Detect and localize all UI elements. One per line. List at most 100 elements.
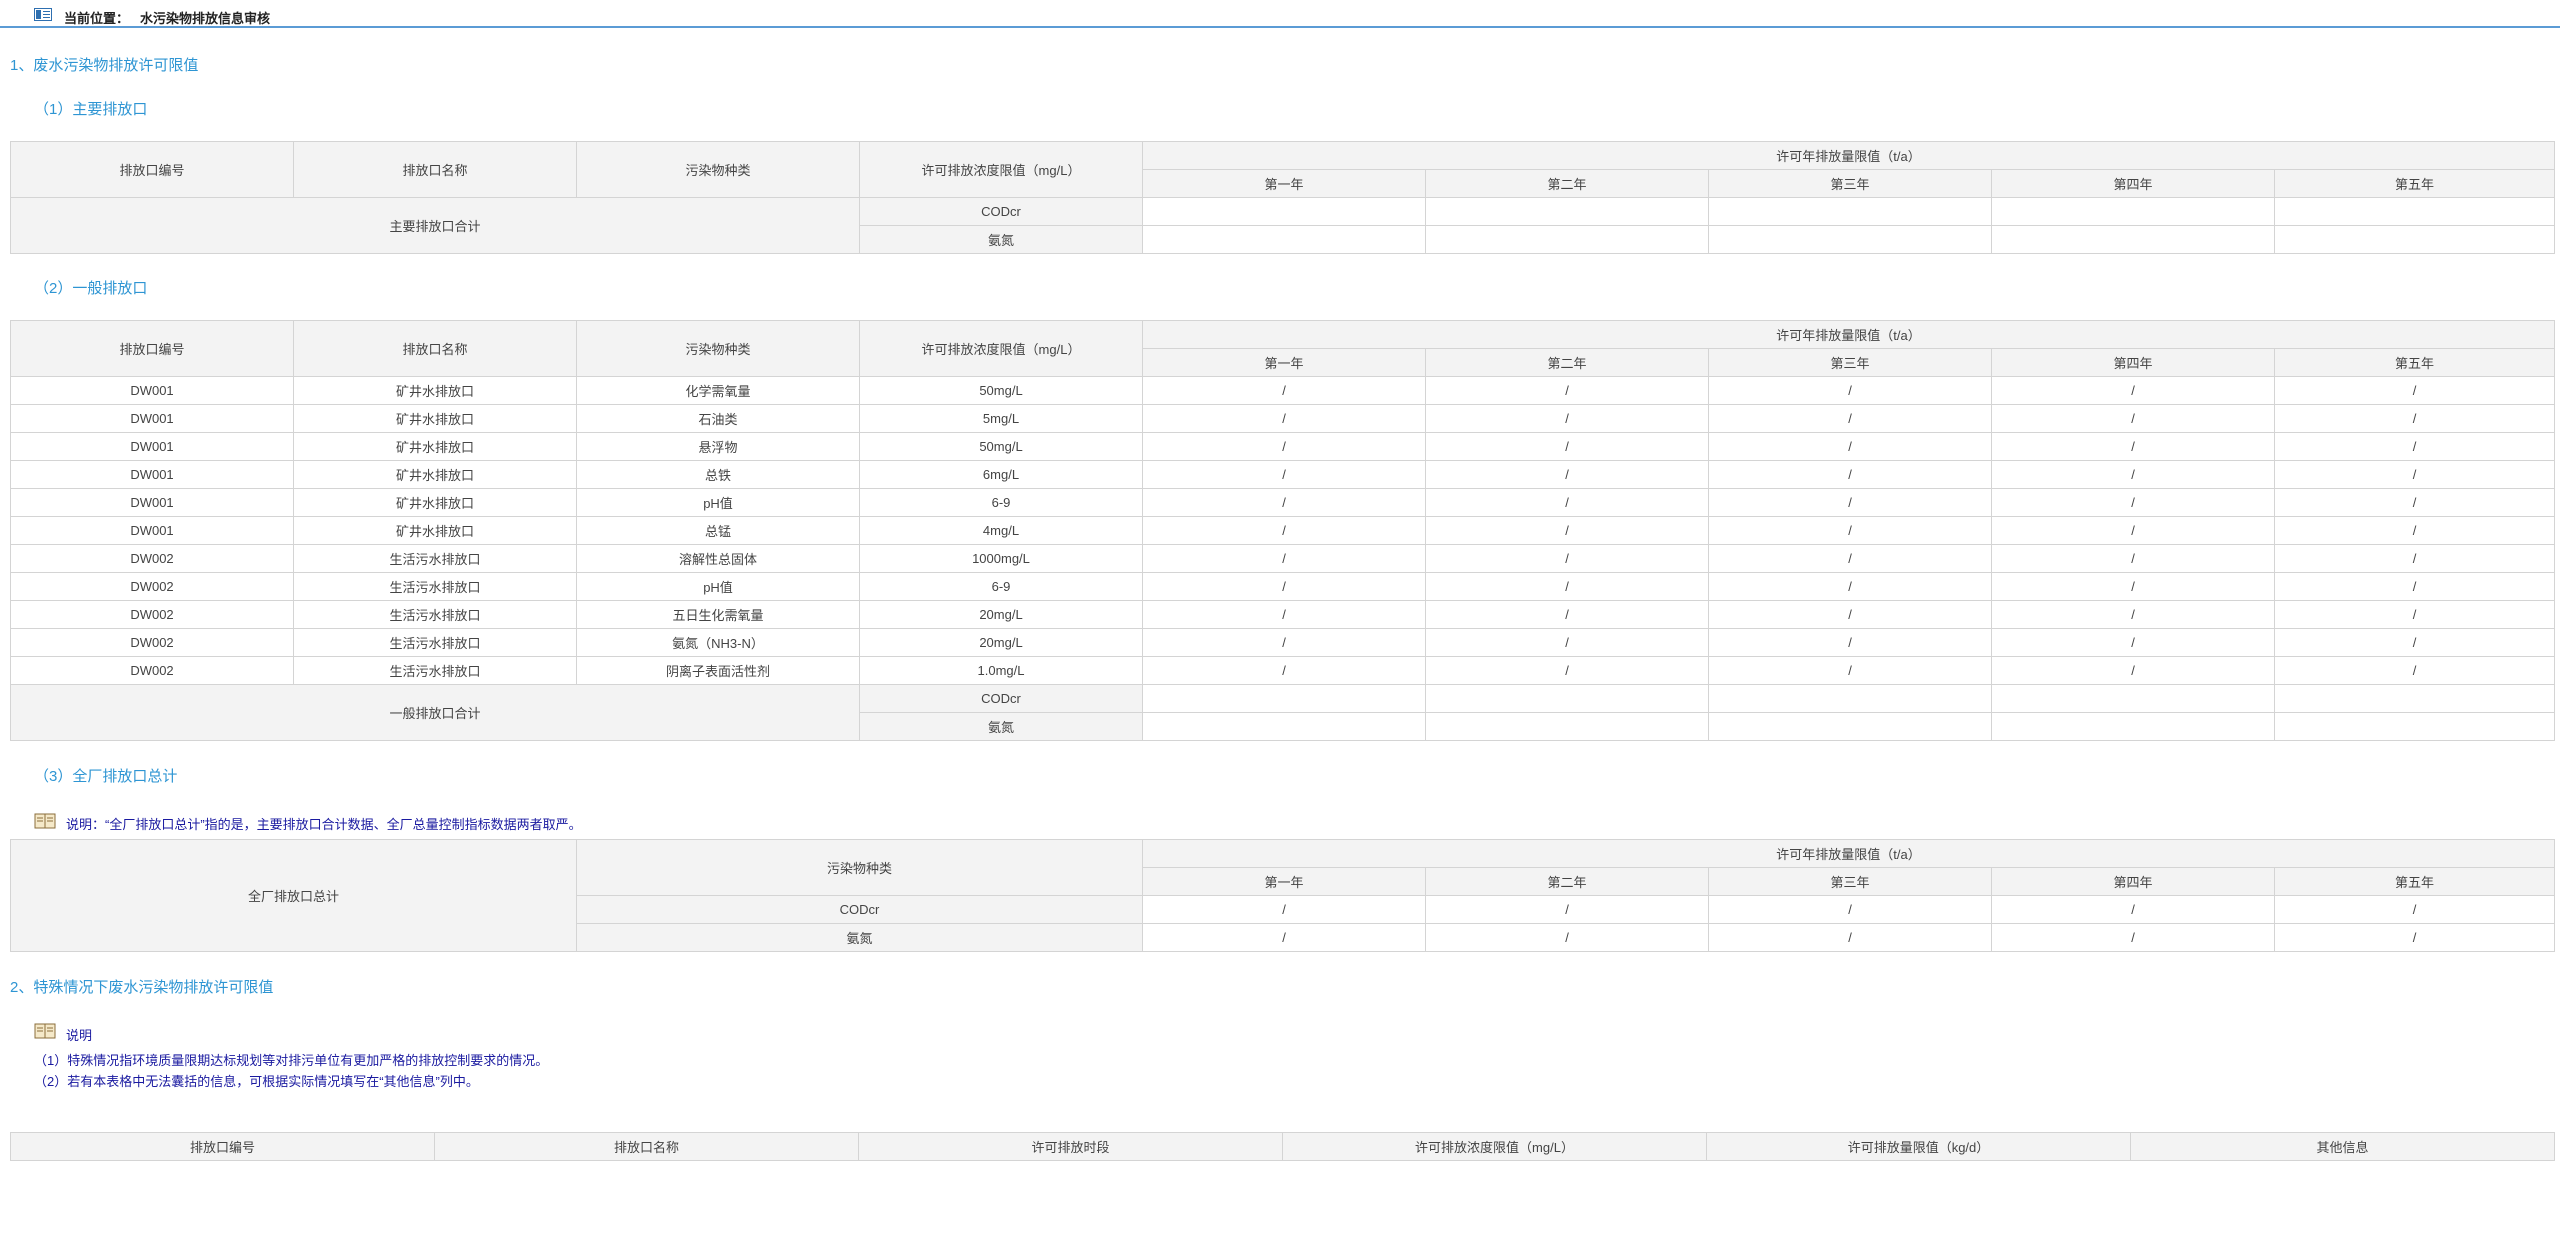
year-cell[interactable] xyxy=(1708,712,1992,741)
location-label: 当前位置： xyxy=(64,11,130,26)
year-cell: / xyxy=(2274,895,2555,924)
year-cell[interactable] xyxy=(1991,712,2275,741)
year-cell: / xyxy=(1142,923,1426,952)
header-year-3: 第三年 xyxy=(1708,867,1992,896)
concentration-cell: 6-9 xyxy=(859,488,1143,517)
year-cell[interactable] xyxy=(1991,197,2275,226)
outlet-name-cell: 生活污水排放口 xyxy=(293,600,577,629)
outlet-name-cell: 矿井水排放口 xyxy=(293,516,577,545)
year-cell: / xyxy=(1991,516,2275,545)
table-row: DW002 生活污水排放口 溶解性总固体 1000mg/L / / / / / xyxy=(10,544,2555,573)
year-cell[interactable] xyxy=(1708,225,1992,254)
year-cell[interactable] xyxy=(1142,712,1426,741)
outlet-name-cell: 矿井水排放口 xyxy=(293,376,577,405)
header-concentration: 许可排放浓度限值（mg/L） xyxy=(859,141,1143,198)
year-cell[interactable] xyxy=(1991,225,2275,254)
year-cell: / xyxy=(1708,600,1992,629)
year-cell[interactable] xyxy=(1425,684,1709,713)
header-outlet-name: 排放口名称 xyxy=(434,1132,859,1161)
year-cell: / xyxy=(1142,544,1426,573)
section2-note-line-2: （2）若有本表格中无法囊括的信息，可根据实际情况填写在“其他信息”列中。 xyxy=(34,1074,479,1089)
location-bar: 当前位置： 水污染物排放信息审核 xyxy=(0,0,2560,28)
header-year-1: 第一年 xyxy=(1142,867,1426,896)
year-cell: / xyxy=(1991,572,2275,601)
year-cell[interactable] xyxy=(1142,225,1426,254)
year-cell: / xyxy=(1142,572,1426,601)
main-outlet-title: （1）主要排放口 xyxy=(34,101,148,118)
year-cell: / xyxy=(1425,432,1709,461)
concentration-cell: 20mg/L xyxy=(859,600,1143,629)
year-cell[interactable] xyxy=(1142,684,1426,713)
year-cell[interactable] xyxy=(1991,684,2275,713)
pollutant-cell: 溶解性总固体 xyxy=(576,544,860,573)
year-cell: / xyxy=(2274,544,2555,573)
section2-title: 2、特殊情况下废水污染物排放许可限值 xyxy=(10,979,274,996)
year-cell: / xyxy=(1142,404,1426,433)
pollutant-cell: pH值 xyxy=(576,572,860,601)
book-icon xyxy=(34,1023,56,1039)
pollutant-cell: 阴离子表面活性剂 xyxy=(576,656,860,685)
year-cell[interactable] xyxy=(2274,225,2555,254)
table-row: 一般排放口合计 CODcr xyxy=(10,684,2555,741)
table-row: DW001 矿井水排放口 pH值 6-9// / / / xyxy=(10,488,2555,517)
plant-total-note: 说明：“全厂排放口总计”指的是，主要排放口合计数据、全厂总量控制指标数据两者取严… xyxy=(66,817,582,832)
pollutant-cell: 悬浮物 xyxy=(576,432,860,461)
outlet-code-cell: DW002 xyxy=(10,656,294,685)
concentration-cell: 50mg/L xyxy=(859,432,1143,461)
year-cell: / xyxy=(1142,895,1426,924)
outlet-name-cell: 矿井水排放口 xyxy=(293,432,577,461)
plant-total-table: 全厂排放口总计 污染物种类 许可年排放量限值（t/a） 第一年 第二年 第三年 … xyxy=(10,839,2555,952)
year-cell: / xyxy=(1991,432,2275,461)
year-cell: / xyxy=(1708,656,1992,685)
outlet-name-cell: 矿井水排放口 xyxy=(293,460,577,489)
year-cell: / xyxy=(1708,488,1992,517)
main-total-label: 主要排放口合计 xyxy=(10,197,860,254)
header-outlet-code: 排放口编号 xyxy=(10,320,294,377)
outlet-code-cell: DW001 xyxy=(10,516,294,545)
outlet-code-cell: DW001 xyxy=(10,460,294,489)
table-row: DW002 生活污水排放口 pH值 6-9// / / / xyxy=(10,572,2555,601)
year-cell: / xyxy=(2274,923,2555,952)
concentration-cell: 20mg/L xyxy=(859,628,1143,657)
concentration-cell: 1000mg/L xyxy=(859,544,1143,573)
pollutant-cell: CODcr xyxy=(576,895,1143,924)
outlet-code-cell: DW002 xyxy=(10,544,294,573)
year-cell: / xyxy=(2274,516,2555,545)
year-cell: / xyxy=(1708,628,1992,657)
general-outlet-table: 排放口编号 排放口名称 污染物种类 许可排放浓度限值（mg/L） 许可年排放量限… xyxy=(10,320,2555,741)
outlet-name-cell: 生活污水排放口 xyxy=(293,628,577,657)
year-cell[interactable] xyxy=(1425,197,1709,226)
year-cell[interactable] xyxy=(1708,684,1992,713)
pollutant-cell: 总锰 xyxy=(576,516,860,545)
year-cell[interactable] xyxy=(2274,684,2555,713)
outlet-name-cell: 矿井水排放口 xyxy=(293,404,577,433)
year-cell: / xyxy=(1708,404,1992,433)
year-cell: / xyxy=(1708,432,1992,461)
year-cell: / xyxy=(1708,923,1992,952)
year-cell: / xyxy=(1425,544,1709,573)
year-cell[interactable] xyxy=(2274,197,2555,226)
year-cell[interactable] xyxy=(1142,197,1426,226)
pollutant-cell: pH值 xyxy=(576,488,860,517)
header-year-4: 第四年 xyxy=(1991,169,2275,198)
outlet-code-cell: DW001 xyxy=(10,432,294,461)
year-cell[interactable] xyxy=(1708,197,1992,226)
year-cell[interactable] xyxy=(1425,712,1709,741)
general-outlet-title: （2）一般排放口 xyxy=(34,280,148,297)
year-cell: / xyxy=(1991,404,2275,433)
year-cell: / xyxy=(1425,488,1709,517)
table-row: DW001 矿井水排放口 总锰 4mg/L / / / / / xyxy=(10,516,2555,545)
header-year-5: 第五年 xyxy=(2274,169,2555,198)
header-outlet-code: 排放口编号 xyxy=(10,141,294,198)
year-cell: / xyxy=(2274,488,2555,517)
header-pollutant: 污染物种类 xyxy=(576,141,860,198)
pollutant-cell: 氨氮 xyxy=(576,923,1143,952)
year-cell: / xyxy=(1425,404,1709,433)
year-cell[interactable] xyxy=(2274,712,2555,741)
outlet-code-cell: DW002 xyxy=(10,628,294,657)
year-cell[interactable] xyxy=(1425,225,1709,254)
outlet-code-cell: DW001 xyxy=(10,488,294,517)
year-cell: / xyxy=(1425,923,1709,952)
outlet-code-cell: DW002 xyxy=(10,572,294,601)
header-annual-limit: 许可年排放量限值（t/a） xyxy=(1142,141,2555,170)
